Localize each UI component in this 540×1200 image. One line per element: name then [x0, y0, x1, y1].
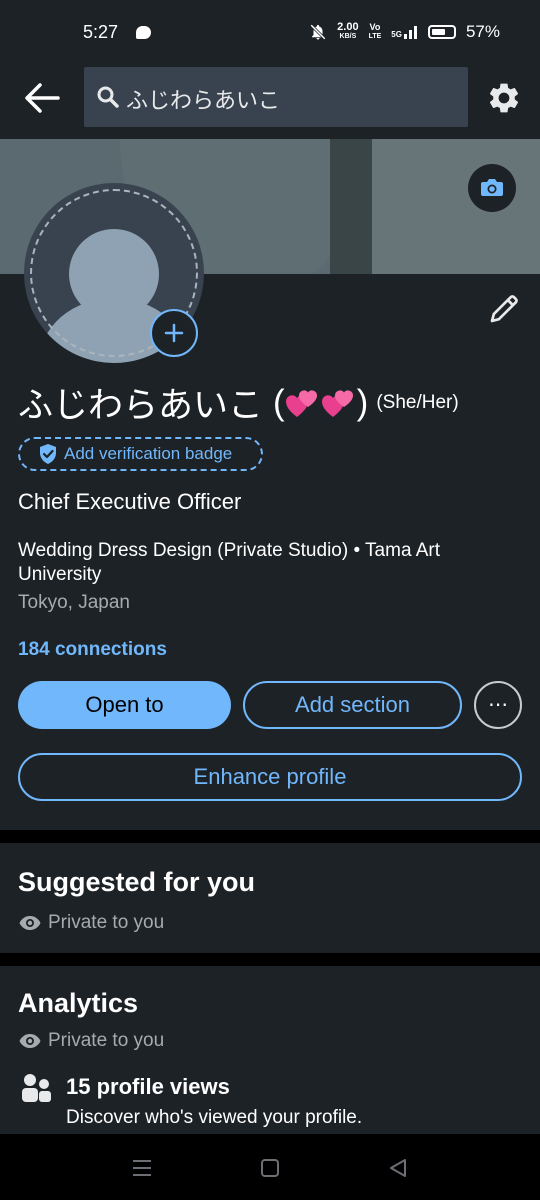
- add-photo-button[interactable]: [150, 309, 198, 357]
- camera-button[interactable]: [468, 164, 516, 212]
- mute-icon: [310, 24, 326, 40]
- connections-link[interactable]: 184 connections: [18, 639, 167, 661]
- search-input[interactable]: ふじわらあいこ: [84, 67, 468, 127]
- network-speed: 2.00 KB/S: [337, 21, 359, 41]
- top-bar: ふじわらあいこ: [0, 66, 540, 139]
- eye-icon: [19, 916, 41, 930]
- more-options-button[interactable]: ⋯: [474, 681, 522, 729]
- privacy-label: Private to you: [48, 912, 165, 933]
- verification-badge-label: Add verification badge: [64, 444, 233, 463]
- status-indicators: 2.00 KB/S Vo LTE 5G 57%: [309, 22, 500, 42]
- suggested-title: Suggested for you: [18, 867, 256, 897]
- back-triangle-icon[interactable]: [386, 1156, 410, 1180]
- two-hearts-icon: [285, 390, 317, 417]
- ellipsis-icon: ⋯: [488, 694, 508, 716]
- pronouns: (She/Her): [376, 391, 459, 413]
- system-navigation-bar: [0, 1134, 540, 1200]
- volte-indicator: Vo LTE: [368, 22, 382, 41]
- analytics-title: Analytics: [18, 988, 139, 1018]
- status-bar: 5:27 2.00 KB/S Vo LTE 5G 57%: [0, 0, 540, 66]
- two-hearts-icon: [321, 390, 353, 417]
- battery-icon: [427, 25, 456, 39]
- enhance-profile-button[interactable]: Enhance profile: [18, 753, 522, 801]
- profile-name-row: ふじわらあいこ ( ) (She/Her): [18, 377, 459, 428]
- profile-organization[interactable]: Wedding Dress Design (Private Studio) • …: [18, 539, 508, 587]
- profile-name: ふじわらあいこ: [18, 386, 264, 425]
- analytics-card: Analytics Private to you 15 profile view…: [0, 966, 540, 1134]
- name-paren-close: ): [356, 382, 369, 422]
- search-icon: [97, 86, 119, 108]
- profile-location: Tokyo, Japan: [18, 592, 130, 613]
- gear-icon[interactable]: [486, 80, 522, 116]
- suggested-card: Suggested for you Private to you: [0, 843, 540, 953]
- eye-icon: [19, 1034, 41, 1048]
- name-paren-open: (: [273, 382, 285, 422]
- profile-views-description: Discover who's viewed your profile.: [66, 1107, 363, 1128]
- camera-icon: [481, 179, 503, 196]
- privacy-label: Private to you: [48, 1030, 165, 1051]
- status-time: 5:27: [83, 22, 119, 42]
- back-arrow-icon[interactable]: [22, 80, 62, 116]
- battery-percent: 57%: [465, 22, 500, 41]
- home-icon[interactable]: [258, 1156, 282, 1180]
- add-section-button[interactable]: Add section: [243, 681, 462, 729]
- people-icon: [22, 1074, 51, 1102]
- suggested-privacy: Private to you: [18, 911, 164, 935]
- add-verification-badge-button[interactable]: Add verification badge: [18, 437, 263, 471]
- open-to-button[interactable]: Open to: [18, 681, 231, 729]
- search-query: ふじわらあいこ: [126, 88, 281, 113]
- profile-headline: Chief Executive Officer: [18, 489, 242, 514]
- profile-card: ふじわらあいこ ( ) (She/Her) Add verification b…: [0, 139, 540, 830]
- menu-icon[interactable]: [130, 1156, 154, 1180]
- analytics-privacy: Private to you: [18, 1029, 164, 1053]
- signal-icon: 5G: [391, 25, 418, 39]
- shield-check-icon: [40, 444, 56, 464]
- pencil-icon[interactable]: [486, 291, 522, 327]
- profile-views-link[interactable]: 15 profile views: [66, 1074, 230, 1100]
- plus-icon: [164, 323, 184, 343]
- chat-notification-icon: [136, 26, 151, 39]
